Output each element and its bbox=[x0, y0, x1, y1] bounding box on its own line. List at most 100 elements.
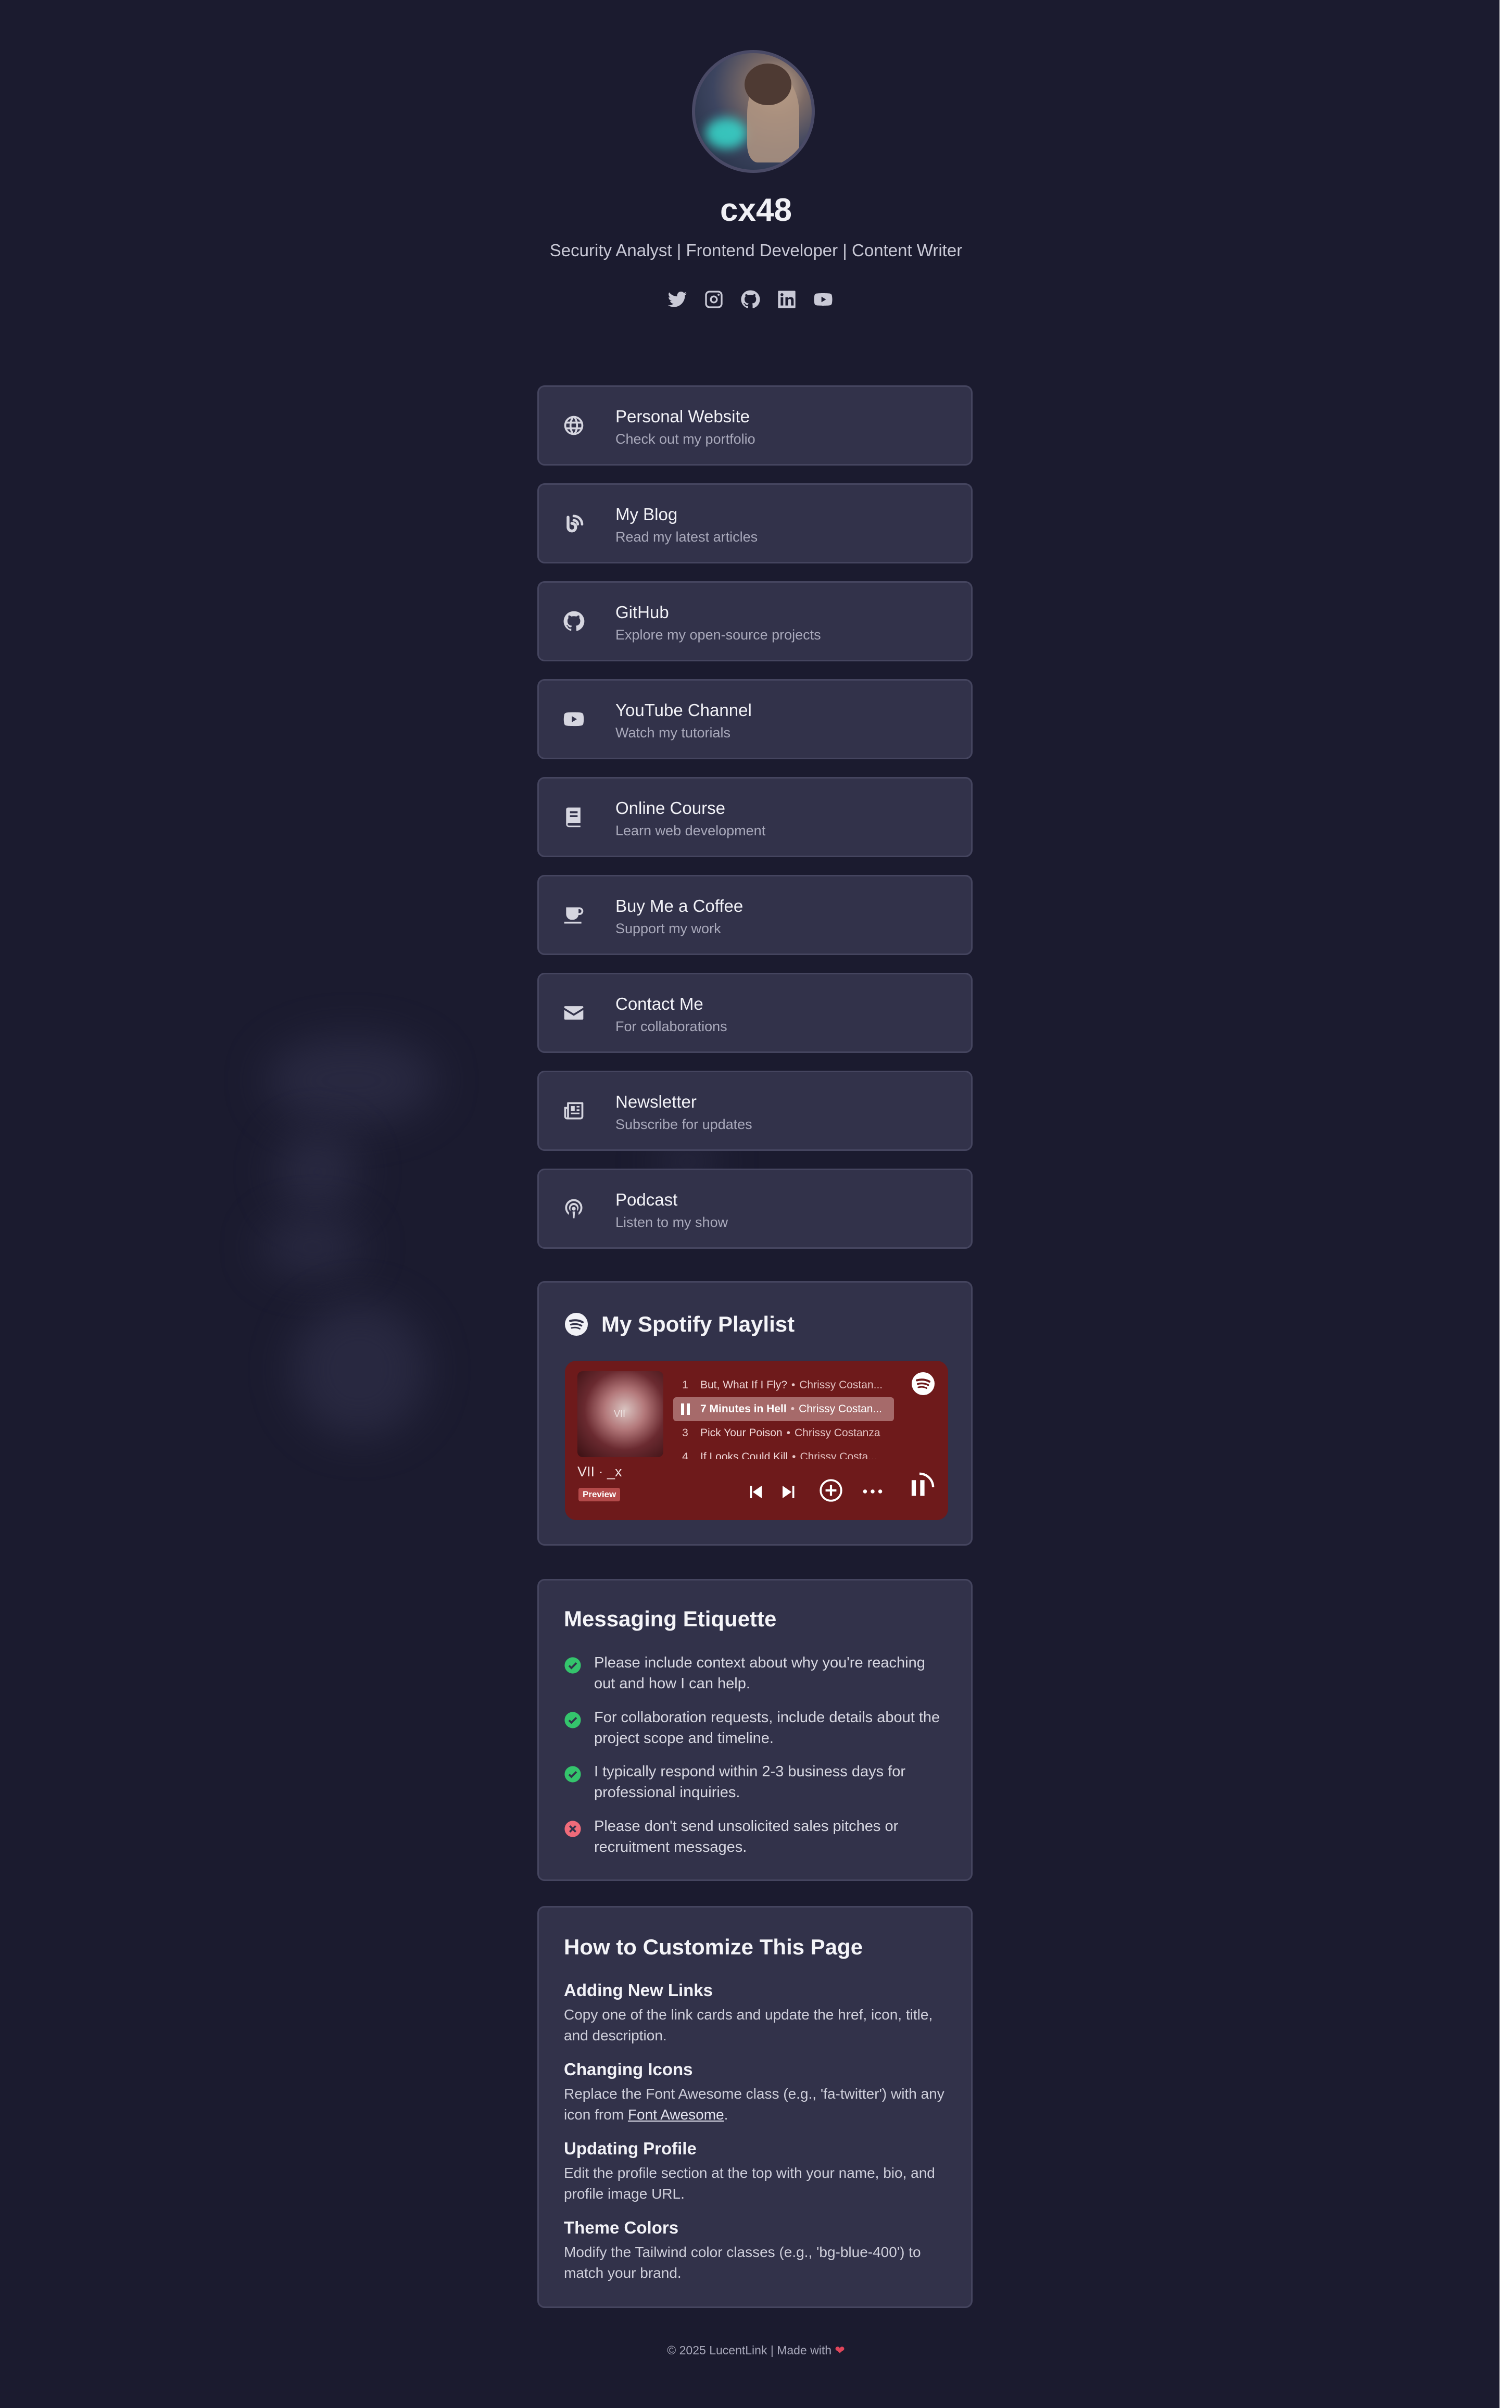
section-text: Copy one of the link cards and update th… bbox=[564, 2006, 933, 2043]
customize-section: Theme Colors Modify the Tailwind color c… bbox=[564, 2218, 949, 2284]
social-links bbox=[667, 289, 834, 310]
link-description: Check out my portfolio bbox=[615, 431, 755, 447]
track-title: If Looks Could Kill bbox=[700, 1451, 788, 1459]
spotify-embed: VII 1 But, What If I Fly? • Chrissy Cost… bbox=[565, 1361, 948, 1520]
check-circle-icon bbox=[564, 1657, 581, 1674]
track-row-active[interactable]: 7 Minutes in Hell • Chrissy Costan... bbox=[673, 1397, 894, 1421]
globe-icon bbox=[562, 414, 585, 437]
customize-title: How to Customize This Page bbox=[564, 1935, 863, 1959]
track-list: 1 But, What If I Fly? • Chrissy Costan..… bbox=[673, 1373, 894, 1459]
link-card-my-blog[interactable]: My Blog Read my latest articles bbox=[537, 483, 973, 563]
section-heading: Adding New Links bbox=[564, 1980, 713, 2000]
customize-section: Changing Icons Replace the Font Awesome … bbox=[564, 2060, 949, 2125]
link-title: Personal Website bbox=[615, 407, 750, 426]
scrollbar[interactable] bbox=[1500, 0, 1512, 2408]
track-title: 7 Minutes in Hell bbox=[700, 1403, 787, 1415]
section-text: Replace the Font Awesome class (e.g., 'f… bbox=[564, 2086, 944, 2123]
etiquette-panel: Messaging Etiquette Please include conte… bbox=[537, 1579, 973, 1881]
track-title: But, What If I Fly? bbox=[700, 1379, 787, 1391]
check-circle-icon bbox=[564, 1766, 581, 1783]
link-description: Read my latest articles bbox=[615, 529, 758, 545]
twitter-icon[interactable] bbox=[667, 289, 688, 310]
link-title: YouTube Channel bbox=[615, 700, 752, 720]
etiquette-rule: Please don't send unsolicited sales pitc… bbox=[564, 1816, 948, 1858]
spotify-panel-title: My Spotify Playlist bbox=[601, 1312, 795, 1336]
customize-panel: How to Customize This Page Adding New Li… bbox=[537, 1906, 973, 2308]
etiquette-rule: Please include context about why you're … bbox=[564, 1652, 948, 1694]
linkedin-icon[interactable] bbox=[776, 289, 797, 310]
previous-track-icon[interactable] bbox=[746, 1482, 765, 1505]
album-name: VII · _x bbox=[577, 1464, 622, 1479]
link-card-buy-me-a-coffee[interactable]: Buy Me a Coffee Support my work bbox=[537, 875, 973, 955]
link-title: GitHub bbox=[615, 603, 669, 622]
background-blur-blob bbox=[292, 1302, 427, 1437]
add-to-library-icon[interactable] bbox=[818, 1477, 844, 1506]
pause-icon[interactable] bbox=[902, 1470, 937, 1507]
book-icon bbox=[562, 806, 585, 829]
link-card-podcast[interactable]: Podcast Listen to my show bbox=[537, 1169, 973, 1249]
link-title: Online Course bbox=[615, 798, 725, 818]
link-card-newsletter[interactable]: Newsletter Subscribe for updates bbox=[537, 1071, 973, 1151]
track-artist: Chrissy Costan... bbox=[799, 1379, 883, 1391]
youtube-icon[interactable] bbox=[813, 289, 834, 310]
section-text: Edit the profile section at the top with… bbox=[564, 2165, 935, 2202]
etiquette-rule-text: Please include context about why you're … bbox=[594, 1654, 925, 1692]
etiquette-title: Messaging Etiquette bbox=[564, 1607, 777, 1631]
instagram-icon[interactable] bbox=[703, 289, 724, 310]
profile-name: cx48 bbox=[720, 192, 792, 228]
github-icon[interactable] bbox=[740, 289, 761, 310]
next-track-icon[interactable] bbox=[779, 1482, 798, 1505]
section-heading: Updating Profile bbox=[564, 2139, 697, 2158]
etiquette-rule: For collaboration requests, include deta… bbox=[564, 1707, 948, 1749]
link-title: Newsletter bbox=[615, 1092, 697, 1111]
link-card-personal-website[interactable]: Personal Website Check out my portfolio bbox=[537, 385, 973, 466]
customize-section: Adding New Links Copy one of the link ca… bbox=[564, 1980, 949, 2046]
link-card-contact-me[interactable]: Contact Me For collaborations bbox=[537, 973, 973, 1053]
preview-badge: Preview bbox=[578, 1488, 621, 1501]
link-description: Explore my open-source projects bbox=[615, 627, 821, 643]
link-card-online-course[interactable]: Online Course Learn web development bbox=[537, 777, 973, 857]
spotify-icon bbox=[565, 1313, 588, 1336]
footer: © 2025 LucentLink | Made with ❤ bbox=[0, 2343, 1512, 2357]
track-title: Pick Your Poison bbox=[700, 1427, 783, 1439]
track-row[interactable]: 3 Pick Your Poison • Chrissy Costanza bbox=[673, 1421, 894, 1445]
link-card-youtube-channel[interactable]: YouTube Channel Watch my tutorials bbox=[537, 679, 973, 759]
link-description: Learn web development bbox=[615, 823, 766, 838]
spotify-logo-icon[interactable] bbox=[911, 1371, 936, 1396]
github-icon bbox=[562, 610, 585, 633]
font-awesome-link[interactable]: Font Awesome bbox=[628, 2106, 724, 2123]
section-heading: Theme Colors bbox=[564, 2218, 679, 2237]
avatar bbox=[692, 50, 815, 173]
track-artist: Chrissy Costan... bbox=[799, 1403, 882, 1415]
link-description: Watch my tutorials bbox=[615, 725, 731, 741]
background-blur-blob bbox=[260, 1219, 364, 1276]
x-circle-icon bbox=[564, 1821, 581, 1837]
etiquette-rule-text: Please don't send unsolicited sales pitc… bbox=[594, 1818, 899, 1855]
check-circle-icon bbox=[564, 1712, 581, 1728]
background-blur-blob bbox=[266, 1036, 437, 1125]
track-artist: Chrissy Costanza bbox=[794, 1427, 880, 1439]
youtube-icon bbox=[562, 708, 585, 731]
footer-text: © 2025 LucentLink | Made with bbox=[667, 2343, 832, 2357]
link-card-github[interactable]: GitHub Explore my open-source projects bbox=[537, 581, 973, 661]
coffee-icon bbox=[562, 904, 585, 926]
more-options-icon[interactable] bbox=[860, 1478, 886, 1507]
link-description: Support my work bbox=[615, 921, 721, 936]
track-row[interactable]: 4 If Looks Could Kill • Chrissy Costa... bbox=[673, 1445, 894, 1459]
customize-section: Updating Profile Edit the profile sectio… bbox=[564, 2139, 949, 2204]
heart-icon: ❤ bbox=[835, 2343, 845, 2357]
etiquette-rule-text: For collaboration requests, include deta… bbox=[594, 1709, 940, 1747]
podcast-icon bbox=[562, 1197, 585, 1220]
envelope-icon bbox=[562, 1001, 585, 1024]
album-cover: VII bbox=[577, 1371, 663, 1457]
link-description: Listen to my show bbox=[615, 1214, 728, 1230]
profile-bio: Security Analyst | Frontend Developer | … bbox=[549, 241, 963, 260]
track-row[interactable]: 1 But, What If I Fly? • Chrissy Costan..… bbox=[673, 1373, 894, 1397]
link-title: My Blog bbox=[615, 505, 678, 524]
link-description: For collaborations bbox=[615, 1019, 727, 1034]
link-title: Podcast bbox=[615, 1190, 678, 1209]
etiquette-rule-text: I typically respond within 2-3 business … bbox=[594, 1763, 906, 1801]
link-title: Contact Me bbox=[615, 994, 703, 1013]
section-text: Modify the Tailwind color classes (e.g.,… bbox=[564, 2244, 921, 2281]
section-heading: Changing Icons bbox=[564, 2060, 693, 2079]
